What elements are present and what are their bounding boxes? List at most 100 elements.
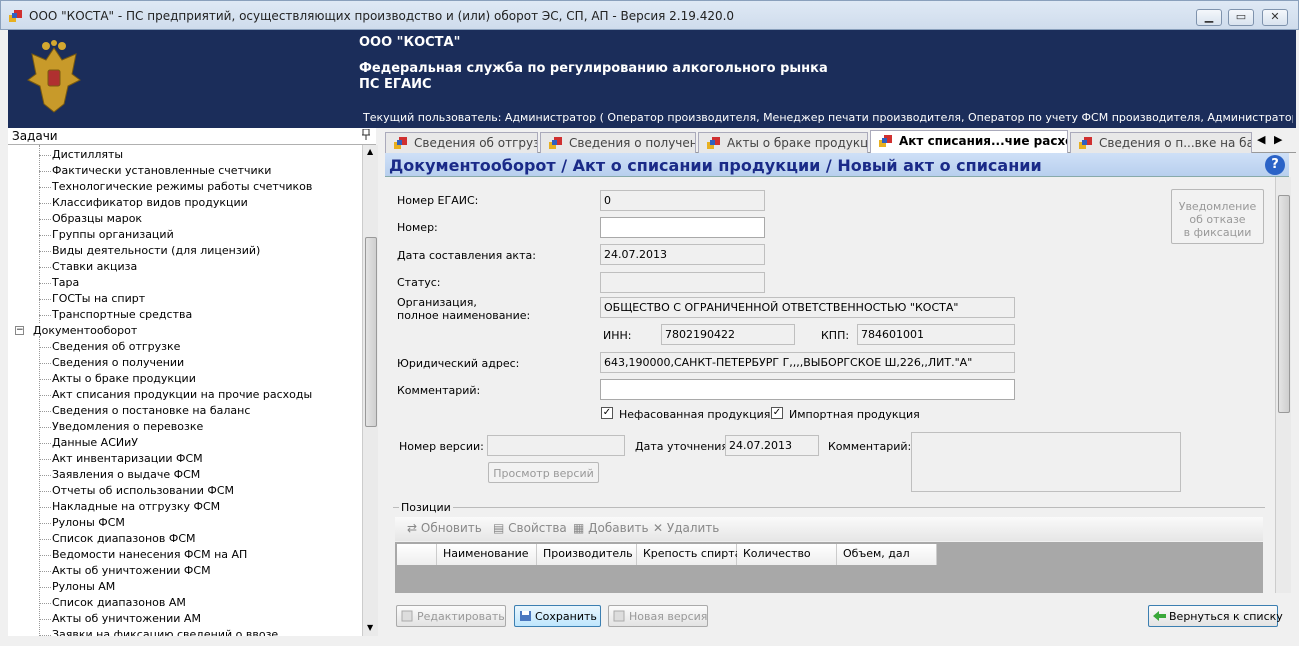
save-icon <box>520 611 531 621</box>
tree-item[interactable]: Группы организаций <box>52 228 174 241</box>
tab-scroll-left-icon[interactable]: ◀ <box>1257 133 1265 146</box>
document-title: Документооборот / Акт о списании продукц… <box>389 156 1042 175</box>
tab-balance[interactable]: Сведения о п...вке на ба <box>1070 132 1252 153</box>
document-icon <box>549 137 562 149</box>
unpacked-checkbox[interactable]: ✓ <box>601 407 613 419</box>
number-input[interactable] <box>600 217 765 238</box>
positions-title: Позиции <box>399 501 453 514</box>
scroll-down-icon[interactable]: ▼ <box>367 623 373 632</box>
col-quantity[interactable]: Количество <box>737 544 837 565</box>
form-scrollbar[interactable] <box>1275 177 1291 593</box>
add-button[interactable]: ▦ Добавить <box>573 521 649 535</box>
tree-item[interactable]: Ставки акциза <box>52 260 137 273</box>
save-button[interactable]: Сохранить <box>514 605 601 627</box>
tree-item[interactable]: ГОСТы на спирт <box>52 292 145 305</box>
form-scrollbar-thumb[interactable] <box>1278 195 1290 413</box>
tab-defect-acts[interactable]: Акты о браке продукции <box>698 132 868 153</box>
refresh-icon: ⇄ <box>407 521 421 535</box>
tasks-tree[interactable]: Дистилляты Фактически установленные счетч… <box>8 145 362 636</box>
tree-item[interactable]: Заявления о выдаче ФСМ <box>52 468 200 481</box>
unpacked-label: Нефасованная продукция <box>619 408 771 421</box>
col-volume[interactable]: Объем, дал <box>837 544 937 565</box>
tree-item[interactable]: Сведения о получении <box>52 356 184 369</box>
window-title: ООО "КОСТА" - ПС предприятий, осуществля… <box>29 9 735 23</box>
window-titlebar: ООО "КОСТА" - ПС предприятий, осуществля… <box>0 0 1299 30</box>
egais-field: 0 <box>600 190 765 211</box>
tree-item[interactable]: Технологические режимы работы счетчиков <box>52 180 312 193</box>
col-name[interactable]: Наименование <box>437 544 537 565</box>
tree-item[interactable]: Образцы марок <box>52 212 142 225</box>
document-icon <box>1079 137 1092 149</box>
scroll-up-icon[interactable]: ▲ <box>367 147 373 156</box>
new-version-button[interactable]: Новая версия <box>608 605 708 627</box>
properties-button[interactable]: ▤ Свойства <box>493 521 567 535</box>
properties-icon: ▤ <box>493 521 509 535</box>
clarify-date-label: Дата уточнения: <box>635 440 732 453</box>
tree-scrollbar[interactable]: ▲ ▼ <box>362 145 378 636</box>
tree-item[interactable]: Виды деятельности (для лицензий) <box>52 244 260 257</box>
tree-item[interactable]: Рулоны АМ <box>52 580 115 593</box>
kpp-label: КПП: <box>821 329 850 342</box>
clarify-date-field: 24.07.2013 <box>725 435 819 456</box>
tasks-panel-header: Задачи <box>8 128 376 145</box>
tree-item[interactable]: Заявки на фиксацию сведений о ввозе <box>52 628 278 636</box>
tree-item[interactable]: Акты об уничтожении АМ <box>52 612 201 625</box>
help-icon[interactable]: ? <box>1265 155 1285 175</box>
app-header: ООО "КОСТА" Федеральная служба по регули… <box>8 30 1296 128</box>
tree-item[interactable]: Накладные на отгрузку ФСМ <box>52 500 220 513</box>
tree-item[interactable]: Список диапазонов АМ <box>52 596 186 609</box>
tree-item[interactable]: Фактически установленные счетчики <box>52 164 271 177</box>
tree-scrollbar-thumb[interactable] <box>365 237 377 427</box>
inn-field: 7802190422 <box>661 324 795 345</box>
status-field <box>600 272 765 293</box>
col-strength[interactable]: Крепость спирта <box>637 544 741 565</box>
number-label: Номер: <box>397 221 438 234</box>
delete-button[interactable]: ✕ Удалить <box>653 521 719 535</box>
delete-icon: ✕ <box>653 521 667 535</box>
col-producer[interactable]: Производитель <box>537 544 637 565</box>
tree-item[interactable]: Ведомости нанесения ФСМ на АП <box>52 548 247 561</box>
comment-input[interactable] <box>600 379 1015 400</box>
tree-item[interactable]: Акт списания продукции на прочие расходы <box>52 388 312 401</box>
collapse-icon[interactable]: − <box>15 326 24 335</box>
edit-icon <box>401 610 413 622</box>
org-name-field: ОБЩЕСТВО С ОГРАНИЧЕННОЙ ОТВЕТСТВЕННОСТЬЮ… <box>600 297 1015 318</box>
view-versions-button[interactable]: Просмотр версий <box>488 462 599 483</box>
tree-item[interactable]: Уведомления о перевозке <box>52 420 203 433</box>
egais-label: Номер ЕГАИС: <box>397 194 479 207</box>
tab-receipt[interactable]: Сведения о получении <box>540 132 696 153</box>
tree-item[interactable]: Транспортные средства <box>52 308 192 321</box>
tree-item[interactable]: Акты об уничтожении ФСМ <box>52 564 211 577</box>
refresh-button[interactable]: ⇄ Обновить <box>407 521 482 535</box>
tree-item[interactable]: Тара <box>52 276 79 289</box>
tree-item[interactable]: Акты о браке продукции <box>52 372 196 385</box>
tab-scroll-right-icon[interactable]: ▶ <box>1274 133 1282 146</box>
edit-button[interactable]: Редактировать <box>396 605 506 627</box>
refusal-notice-button[interactable]: Уведомление об отказе в фиксации <box>1171 189 1264 244</box>
tree-group-docflow[interactable]: Документооборот <box>33 324 137 337</box>
tree-item[interactable]: Данные АСИиУ <box>52 436 138 449</box>
org-name: ООО "КОСТА" <box>359 35 461 50</box>
import-checkbox[interactable]: ✓ <box>771 407 783 419</box>
close-button[interactable]: ✕ <box>1262 9 1288 26</box>
eagle-emblem-icon <box>27 40 81 113</box>
tab-shipment[interactable]: Сведения об отгрузке <box>385 132 538 153</box>
tree-item[interactable]: Акт инвентаризации ФСМ <box>52 452 203 465</box>
maximize-button[interactable]: ▭ <box>1228 9 1254 26</box>
tree-item[interactable]: Сведения об отгрузке <box>52 340 180 353</box>
tree-item[interactable]: Классификатор видов продукции <box>52 196 248 209</box>
system-name: ПС ЕГАИС <box>359 77 432 92</box>
positions-grid[interactable]: Наименование Производитель Крепость спир… <box>395 542 1263 593</box>
minimize-button[interactable]: ▁ <box>1196 9 1222 26</box>
comment2-label: Комментарий: <box>828 440 912 453</box>
tree-item[interactable]: Список диапазонов ФСМ <box>52 532 196 545</box>
tree-item[interactable]: Рулоны ФСМ <box>52 516 125 529</box>
tree-item[interactable]: Сведения о постановке на баланс <box>52 404 250 417</box>
document-icon <box>879 135 892 147</box>
tree-item[interactable]: Дистилляты <box>52 148 123 161</box>
pin-icon[interactable] <box>362 128 370 143</box>
tree-item[interactable]: Отчеты об использовании ФСМ <box>52 484 234 497</box>
agency-name: Федеральная служба по регулированию алко… <box>359 61 828 76</box>
tab-writeoff-act[interactable]: Акт списания...чие расходы <box>870 130 1068 154</box>
back-to-list-button[interactable]: Вернуться к списку <box>1148 605 1283 627</box>
